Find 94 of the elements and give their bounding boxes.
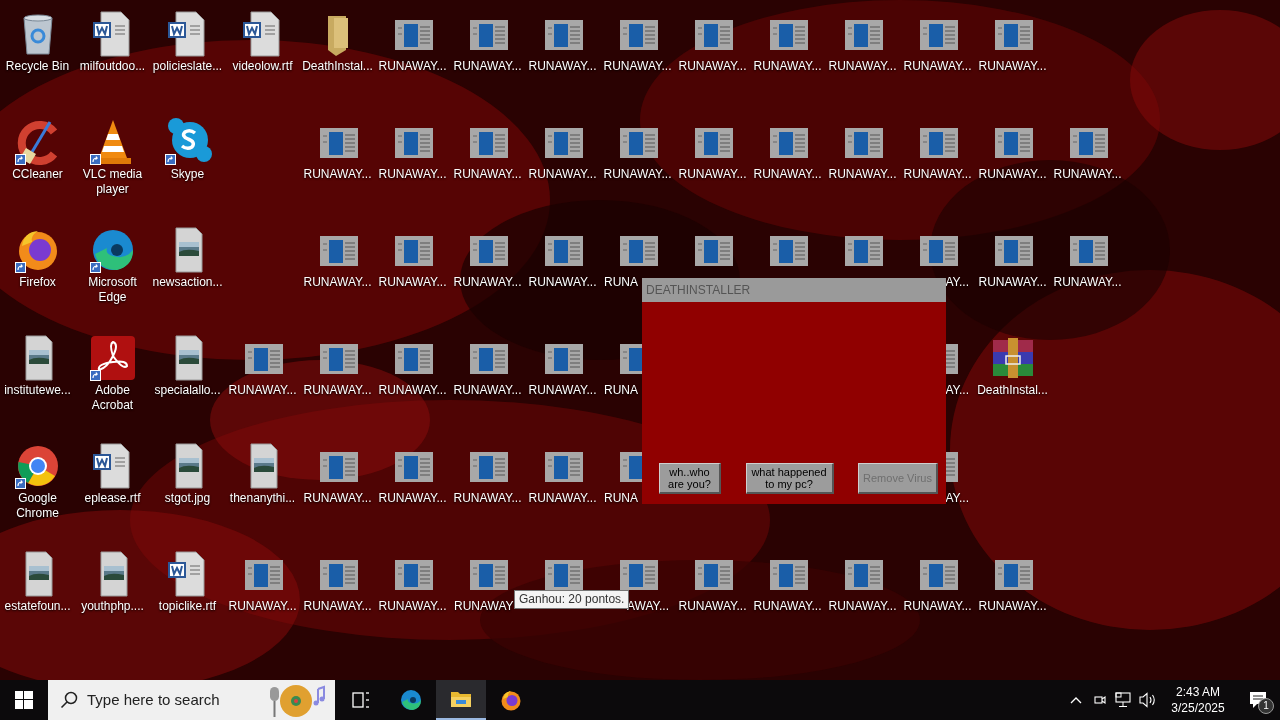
icon-label: policieslate... xyxy=(152,59,223,74)
icon-label: RUNA xyxy=(604,491,638,506)
icon-label: RUNAWAY... xyxy=(903,59,972,74)
icon-label: RUNAWAY... xyxy=(303,275,372,290)
icon-label: RUNAWAY... xyxy=(378,491,447,506)
pdf-icon[interactable] xyxy=(88,334,137,382)
icon-label: specialallo... xyxy=(154,383,221,398)
icon-label: RUNAWAY... xyxy=(903,599,972,614)
icon-label: RUNAWAY... xyxy=(828,599,897,614)
icon-label: AY... xyxy=(945,383,969,398)
icon-label: AWAY... xyxy=(627,599,669,614)
icon-label: stgot.jpg xyxy=(164,491,211,506)
chat-bubble-icon[interactable] xyxy=(163,118,212,166)
icon-label: institutewe... xyxy=(4,383,71,398)
dialog-button[interactable]: what happened to my pc? xyxy=(745,463,834,494)
icon-label: RUNAWAY... xyxy=(978,167,1047,182)
icon-label: newsaction... xyxy=(152,275,223,290)
icon-label: eplease.rtf xyxy=(84,491,141,506)
icon-label: RUNAWAY... xyxy=(453,383,522,398)
icon-label: RUNAWAY... xyxy=(1053,167,1122,182)
window-title: DEATHINSTALLER xyxy=(646,282,751,299)
speaker-icon xyxy=(1139,692,1157,708)
search-field[interactable]: Type here to search xyxy=(48,680,335,720)
icon-label: Google Chrome xyxy=(15,491,60,521)
icon-label: DeathInstal... xyxy=(977,383,1048,398)
icon-label: RUNAWAY... xyxy=(303,491,372,506)
icon-label: RUNAWAY... xyxy=(528,275,597,290)
icon-label: RUNAWAY... xyxy=(828,59,897,74)
icon-label: RUNAWAY... xyxy=(303,167,372,182)
browser-icon xyxy=(400,689,422,711)
notifications-button[interactable]: 1 xyxy=(1236,680,1280,720)
icon-label: RUNAWAY... xyxy=(378,383,447,398)
icon-label: Skype xyxy=(170,167,205,182)
task-view-icon xyxy=(350,689,372,711)
icon-label: RUNAWAY... xyxy=(228,599,297,614)
search-input[interactable]: Type here to search xyxy=(87,688,257,712)
icon-label: RUNAWAY... xyxy=(378,167,447,182)
browser-icon xyxy=(500,689,522,711)
icon-label: RUNAWAY... xyxy=(603,167,672,182)
tooltip: Ganhou: 20 pontos. xyxy=(514,590,630,609)
icon-label: Firefox xyxy=(19,275,56,290)
icon-label: youthphp.... xyxy=(81,599,144,614)
icon-label: VLC media player xyxy=(81,167,144,197)
icon-label: Microsoft Edge xyxy=(87,275,138,305)
icon-label: RUNAWAY... xyxy=(378,59,447,74)
icon-label: RUNAWAY xyxy=(454,599,514,614)
icon-label: RUNA xyxy=(604,275,638,290)
icon-label: CCleaner xyxy=(12,167,63,182)
notification-badge: 1 xyxy=(1258,698,1274,714)
icon-label: RUNAWAY... xyxy=(828,167,897,182)
icon-label: RUNAWAY... xyxy=(753,599,822,614)
icon-label: RUNAWAY... xyxy=(378,599,447,614)
icon-label: DeathInstal... xyxy=(302,59,373,74)
icon-label: RUNAWAY... xyxy=(528,491,597,506)
icon-label: AY... xyxy=(945,275,969,290)
network-icon xyxy=(1115,692,1133,708)
icon-label: thenanythi... xyxy=(229,491,296,506)
icon-label: RUNAWAY... xyxy=(528,167,597,182)
icon-label: RUNAWAY... xyxy=(378,275,447,290)
icon-label: topiclike.rtf xyxy=(158,599,217,614)
icon-label: milfoutdoo... xyxy=(79,59,146,74)
taskbar-app[interactable] xyxy=(436,680,486,720)
icon-label: RUNAWAY... xyxy=(753,59,822,74)
icon-label: RUNAWAY... xyxy=(528,59,597,74)
icon-label: RUNAWAY... xyxy=(303,383,372,398)
icon-label: RUNAWAY... xyxy=(453,275,522,290)
icon-label: RUNAWAY... xyxy=(303,599,372,614)
icon-label: videolow.rtf xyxy=(232,59,293,74)
icon-label: RUNAWAY... xyxy=(228,383,297,398)
icon-label: RUNAWAY... xyxy=(453,491,522,506)
icon-label: RUNAWAY... xyxy=(978,599,1047,614)
icon-label: RUNAWAY... xyxy=(453,59,522,74)
icon-label: Adobe Acrobat xyxy=(90,383,135,413)
icon-label: RUNAWAY... xyxy=(1053,275,1122,290)
icon-label: RUNAWAY... xyxy=(453,167,522,182)
icon-label: RUNA xyxy=(604,383,638,398)
clock[interactable]: 2:43 AM 3/25/2025 xyxy=(1160,680,1236,720)
camera-icon xyxy=(1093,693,1107,707)
search-icon xyxy=(60,691,78,709)
icon-label: RUNAWAY... xyxy=(528,383,597,398)
icon-label: RUNAWAY... xyxy=(603,59,672,74)
icon-label: RUNAWAY... xyxy=(678,599,747,614)
dialog-button[interactable]: wh..who are you? xyxy=(659,463,721,494)
icon-label: AY... xyxy=(945,491,969,506)
icon-label: RUNAWAY... xyxy=(978,59,1047,74)
icon-label: RUNAWAY... xyxy=(753,167,822,182)
icon-label: RUNAWAY... xyxy=(978,275,1047,290)
windows-logo-icon xyxy=(15,691,33,709)
icon-label: RUNAWAY... xyxy=(903,167,972,182)
icon-label: Recycle Bin xyxy=(5,59,70,74)
icon-label: RUNAWAY... xyxy=(678,59,747,74)
chevron-up-icon xyxy=(1070,696,1082,704)
icon-label: estatefoun... xyxy=(4,599,71,614)
icon-label: RUNAWAY... xyxy=(678,167,747,182)
